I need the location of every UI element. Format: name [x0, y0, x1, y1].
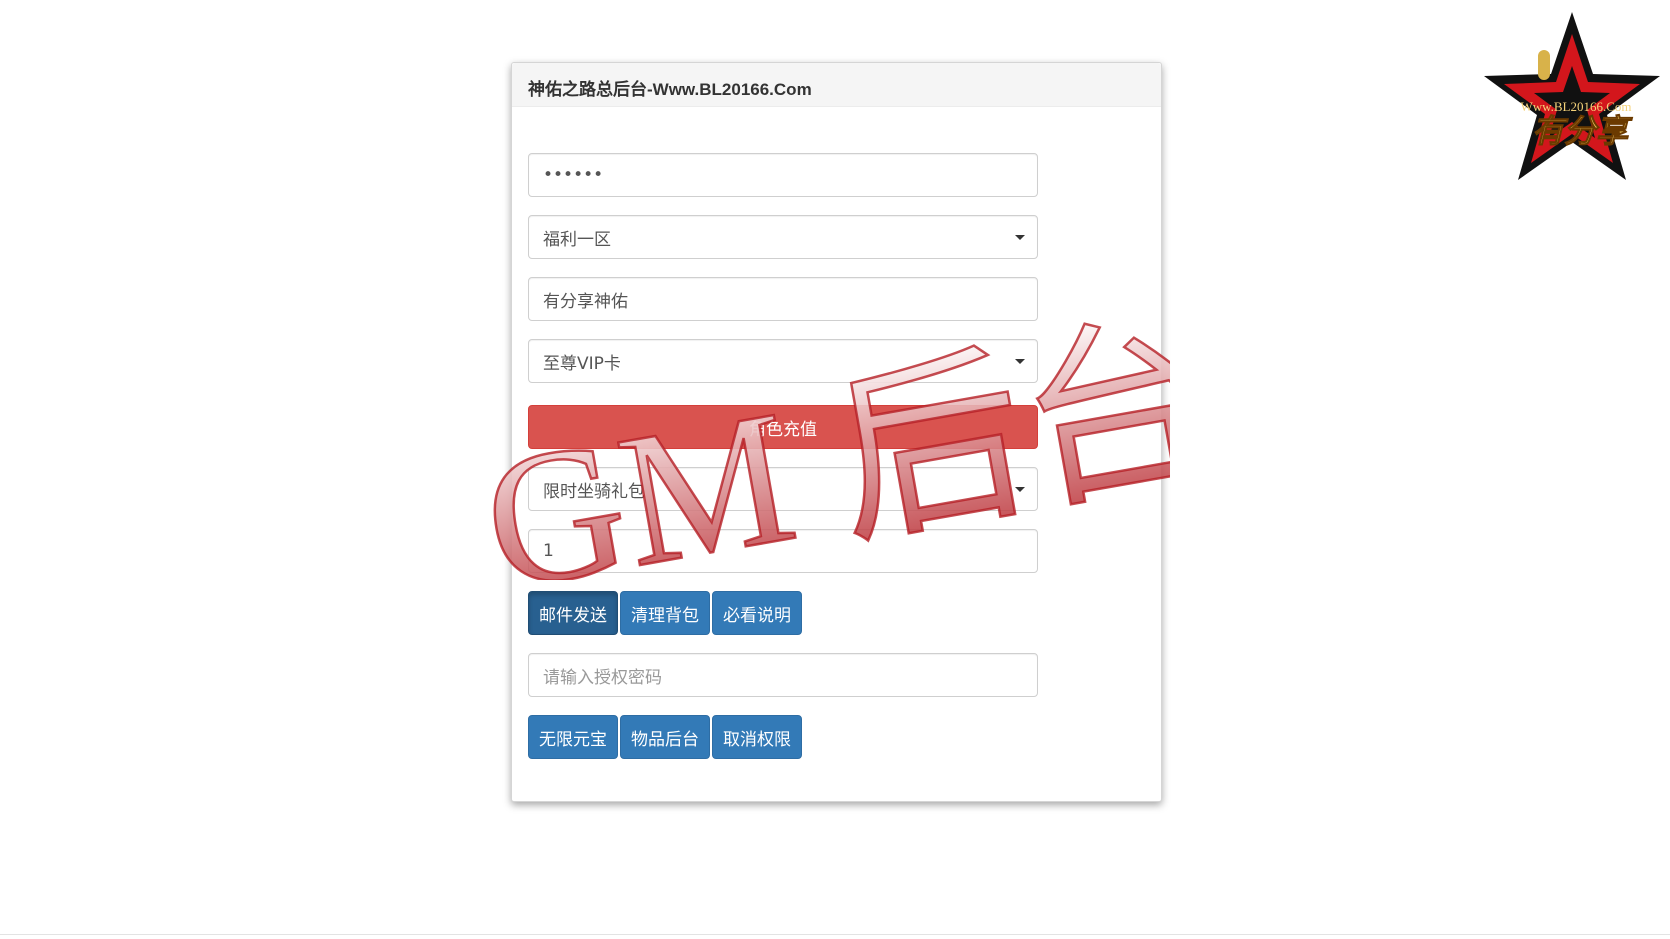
- quantity-value: 1: [543, 541, 554, 561]
- clear-bag-button[interactable]: 清理背包: [620, 591, 710, 635]
- item-select[interactable]: 限时坐骑礼包: [528, 467, 1038, 511]
- chevron-down-icon: [1015, 487, 1025, 492]
- mail-send-button[interactable]: 邮件发送: [528, 591, 618, 635]
- item-select-value: 限时坐骑礼包: [543, 481, 645, 502]
- site-logo: Www.BL20166.Com 有分享: [1484, 12, 1660, 180]
- password-field[interactable]: ••••••: [528, 153, 1038, 197]
- chevron-down-icon: [1015, 235, 1025, 240]
- auth-password-input[interactable]: 请输入授权密码: [528, 653, 1038, 697]
- revoke-permission-button[interactable]: 取消权限: [712, 715, 802, 759]
- role-name-value: 有分享神佑: [543, 291, 628, 312]
- server-select-value: 福利一区: [543, 229, 611, 250]
- logo-brand-text: 有分享: [1532, 112, 1633, 150]
- readme-button[interactable]: 必看说明: [712, 591, 802, 635]
- auth-password-placeholder: 请输入授权密码: [543, 667, 662, 688]
- item-backend-button[interactable]: 物品后台: [620, 715, 710, 759]
- server-select[interactable]: 福利一区: [528, 215, 1038, 259]
- divider: [0, 934, 1670, 935]
- card-select-value: 至尊VIP卡: [543, 353, 621, 374]
- panel-title: 神佑之路总后台-Www.BL20166.Com: [512, 63, 1161, 107]
- gm-panel: 神佑之路总后台-Www.BL20166.Com •••••• 福利一区 有分享神…: [511, 62, 1162, 802]
- unlimited-yuanbao-button[interactable]: 无限元宝: [528, 715, 618, 759]
- recharge-button[interactable]: 角色充值: [528, 405, 1038, 449]
- password-value: ••••••: [543, 165, 604, 185]
- chevron-down-icon: [1015, 359, 1025, 364]
- card-select[interactable]: 至尊VIP卡: [528, 339, 1038, 383]
- role-name-input[interactable]: 有分享神佑: [528, 277, 1038, 321]
- microphone-icon: [1538, 50, 1550, 80]
- quantity-input[interactable]: 1: [528, 529, 1038, 573]
